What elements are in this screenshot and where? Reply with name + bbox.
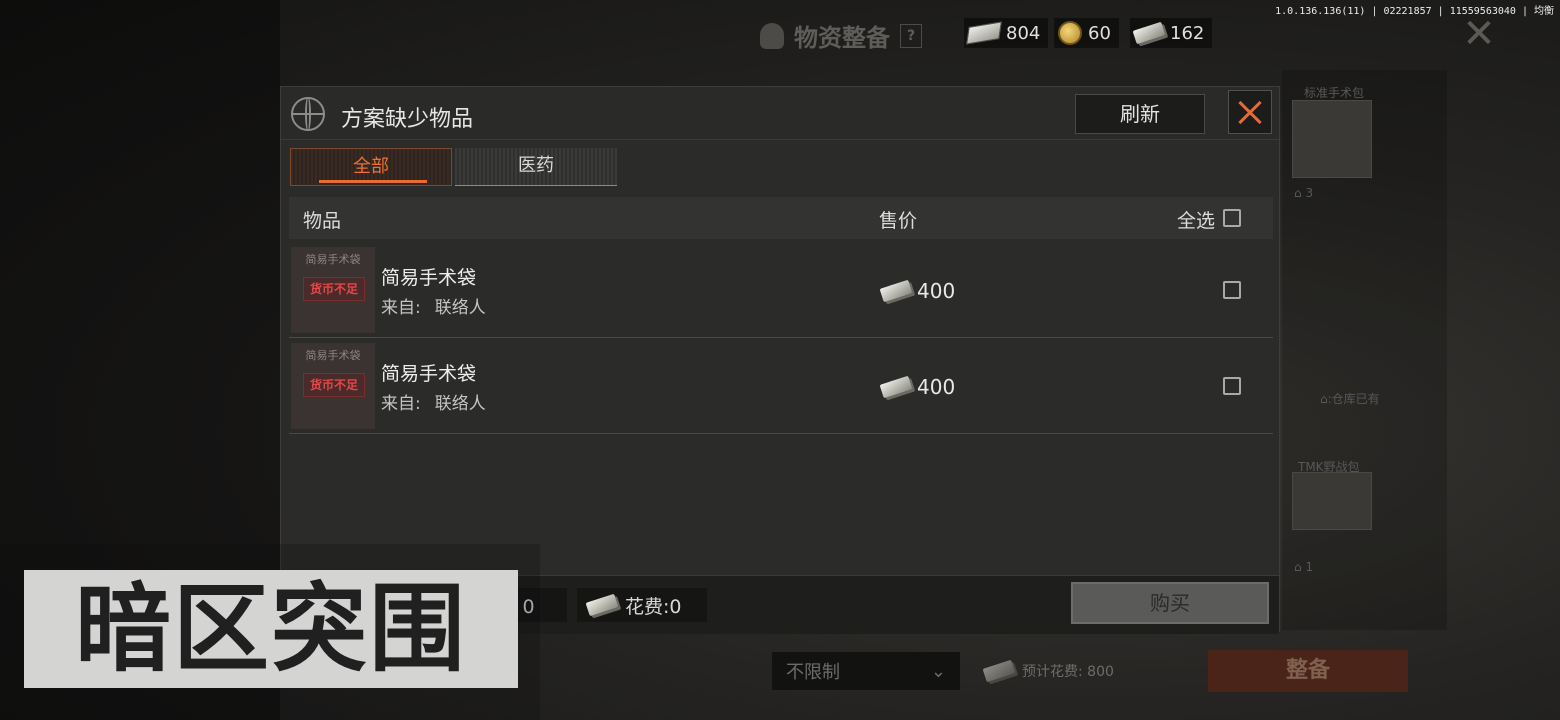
side-item-label: 标准手术包 [1304, 86, 1365, 100]
note-icon [966, 21, 1002, 45]
coin-icon [1058, 21, 1082, 45]
currency-note: 804 [964, 18, 1049, 48]
item-thumbnail: 简易手术袋 货币不足 [291, 247, 375, 333]
item-source: 来自: 联络人 [381, 298, 486, 318]
cash-icon [585, 593, 619, 617]
select-all-checkbox[interactable] [1223, 209, 1241, 227]
estimated-cost: 预计花费: 800 [982, 652, 1114, 690]
item-thumbnail: 简易手术袋 货币不足 [291, 343, 375, 429]
column-price: 售价 [879, 210, 918, 232]
side-item-card[interactable] [1292, 472, 1372, 530]
dialog-header: 方案缺少物品 刷新 [281, 87, 1279, 140]
game-logo: 暗区突围 [24, 570, 518, 688]
refresh-button[interactable]: 刷新 [1075, 94, 1205, 134]
item-name: 简易手术袋 [381, 363, 477, 385]
help-button[interactable]: ? [900, 23, 922, 48]
cash-icon [1132, 21, 1166, 45]
limit-select-value: 不限制 [786, 662, 840, 683]
table-header: 物品 售价 全选 [289, 197, 1273, 239]
dialog-title: 方案缺少物品 [341, 107, 474, 132]
table-row[interactable]: 简易手术袋 货币不足 简易手术袋 来自: 联络人 400 [289, 339, 1273, 434]
thumbnail-name: 简易手术袋 [305, 253, 361, 266]
currency-value: 60 [1088, 22, 1111, 44]
item-name: 简易手术袋 [381, 267, 477, 289]
cash-cost-summary: 花费:0 [577, 588, 707, 622]
currency-value: 804 [1006, 22, 1041, 44]
cash-icon [879, 375, 913, 399]
globe-icon [291, 97, 325, 131]
gas-mask-icon [760, 22, 784, 49]
buy-button[interactable]: 购买 [1071, 582, 1269, 624]
side-item-card[interactable] [1292, 100, 1372, 178]
side-item-count: ⌂ 3 [1294, 186, 1314, 200]
item-price: 400 [879, 279, 955, 303]
select-all-label: 全选 [1177, 210, 1216, 232]
currency-cash: 162 [1130, 18, 1213, 48]
close-icon[interactable] [1228, 90, 1272, 134]
tab-all[interactable]: 全部 [290, 148, 452, 186]
insufficient-currency-badge: 货币不足 [303, 277, 365, 301]
thumbnail-name: 简易手术袋 [305, 349, 361, 362]
side-item-count: ⌂ 1 [1294, 560, 1314, 574]
item-source: 来自: 联络人 [381, 394, 486, 414]
active-tab-indicator [319, 180, 427, 183]
cash-icon [982, 659, 1016, 683]
limit-select[interactable]: 不限制 ⌄ [772, 652, 960, 690]
page-header: 物资整备 ? [760, 18, 922, 53]
currency-coin: 60 [1054, 18, 1119, 48]
chevron-down-icon: ⌄ [930, 660, 946, 682]
column-item: 物品 [303, 210, 342, 232]
row-checkbox[interactable] [1223, 377, 1241, 395]
item-price: 400 [879, 375, 955, 399]
currency-value: 162 [1170, 22, 1205, 44]
side-header: ⌂:仓库已有 [1320, 392, 1380, 406]
page-close-button[interactable]: ✕ [1458, 12, 1500, 56]
insufficient-currency-badge: 货币不足 [303, 373, 365, 397]
tab-medicine[interactable]: 医药 [455, 148, 617, 186]
row-checkbox[interactable] [1223, 281, 1241, 299]
page-title: 物资整备 [794, 24, 890, 52]
equip-button[interactable]: 整备 [1208, 650, 1408, 692]
tab-label: 全部 [353, 156, 389, 177]
version-info: 1.0.136.136(11) | 02221857 | 11559563040… [1275, 6, 1554, 17]
estimated-cost-text: 预计花费: 800 [1022, 664, 1114, 680]
cash-icon [879, 279, 913, 303]
table-row[interactable]: 简易手术袋 货币不足 简易手术袋 来自: 联络人 400 [289, 243, 1273, 338]
tab-label: 医药 [518, 155, 554, 176]
